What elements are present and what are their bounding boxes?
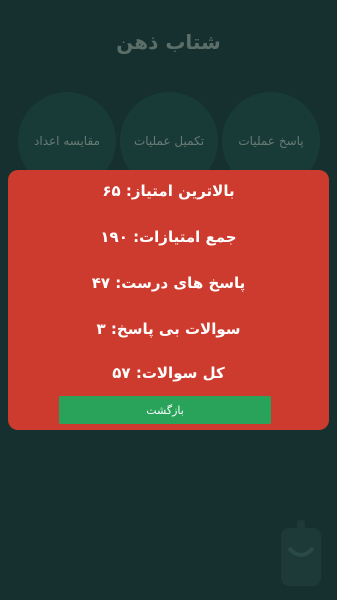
- results-dialog: بالاترین امتیاز: ۶۵ جمع امتیازات: ۱۹۰ پا…: [8, 170, 329, 430]
- app-title: شتاب ذهن: [116, 30, 221, 54]
- menu-item-label: مقایسه اعداد: [34, 134, 100, 148]
- unanswered-text: سوالات بی پاسخ: ۳: [96, 320, 241, 338]
- menu-item-label: تکمیل عملیات: [133, 134, 205, 148]
- back-button[interactable]: بازگشت: [59, 396, 271, 424]
- total-questions-text: کل سوالات: ۵۷: [112, 364, 225, 382]
- menu-item-label: پاسخ عملیات: [238, 134, 304, 148]
- total-score-text: جمع امتیازات: ۱۹۰: [100, 228, 237, 246]
- bazaar-logo-icon: [279, 518, 323, 588]
- correct-answers-text: پاسخ های درست: ۴۷: [91, 274, 246, 292]
- best-score-text: بالاترین امتیاز: ۶۵: [102, 182, 235, 200]
